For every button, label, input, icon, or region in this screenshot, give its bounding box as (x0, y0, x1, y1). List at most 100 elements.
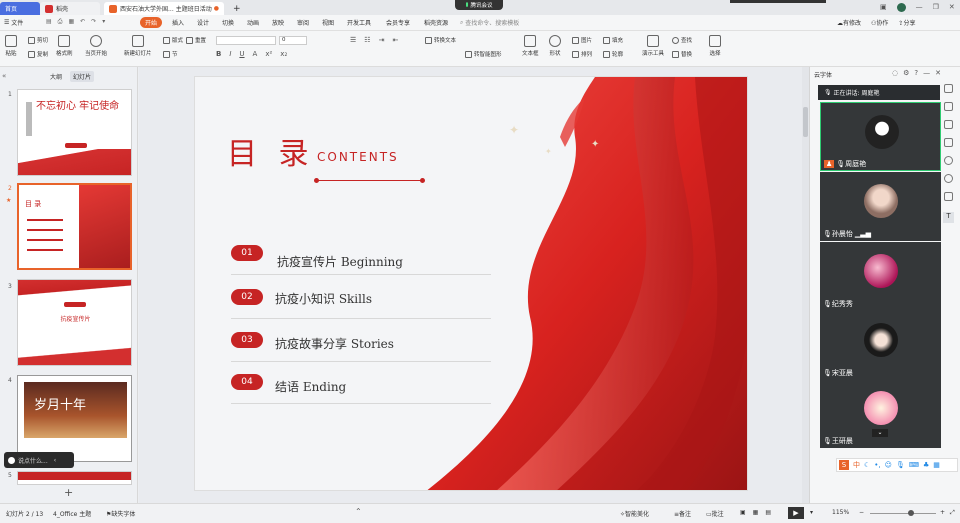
picture-button[interactable]: 图片 (572, 36, 592, 44)
new-slide-button[interactable]: 新建幻灯片 (124, 35, 152, 57)
participant-tile[interactable]: 🎙宋亚晨 (820, 311, 941, 380)
ime-mode-label[interactable]: 中 (853, 460, 860, 470)
chat-icon[interactable]: ◌ (892, 69, 898, 77)
user-avatar[interactable] (896, 3, 906, 12)
text-tool-icon[interactable]: T (943, 212, 954, 223)
tab-docer[interactable]: 稻壳 (40, 2, 100, 15)
bullets-icon[interactable]: ☰ (350, 36, 356, 44)
menu-item-devtools[interactable]: 开发工具 (347, 18, 371, 27)
zoom-slider[interactable] (870, 510, 936, 516)
toc-item-4[interactable]: 04 结语 Ending (231, 374, 491, 404)
paste-button[interactable]: 粘贴 (5, 35, 17, 57)
collapse-panel-icon[interactable]: « (2, 72, 6, 80)
notes-button[interactable]: ≡备注 (674, 509, 691, 518)
font-size-select[interactable]: 0 (279, 36, 307, 45)
participant-tile[interactable]: 🎙纪秀秀 (820, 242, 941, 311)
collapse-icon[interactable]: — (923, 69, 930, 77)
print-icon[interactable]: ⎙ (58, 18, 63, 26)
emoji-icon[interactable]: ☺ (885, 461, 892, 469)
layout-button[interactable]: 版式 (163, 36, 183, 44)
sogou-logo-icon[interactable]: S (839, 460, 849, 470)
meeting-badge[interactable]: ▮ 腾讯会议 (455, 0, 503, 10)
settings-icon[interactable]: ⚙ (903, 69, 909, 77)
scrollbar-thumb[interactable] (803, 107, 808, 137)
underline-icon[interactable]: U (239, 50, 244, 58)
italic-icon[interactable]: I (229, 50, 231, 58)
grid-icon[interactable]: ▦ (933, 461, 940, 469)
textbox-button[interactable]: 文本框 (522, 35, 539, 57)
menu-item-docer-resources[interactable]: 稻壳资源 (424, 18, 448, 27)
voice-icon[interactable]: 🎙 (896, 461, 905, 469)
zoom-level[interactable]: 115% (832, 509, 849, 516)
collaborate-button[interactable]: ⚇协作 (871, 18, 888, 27)
menu-item-transition[interactable]: 切换 (222, 18, 234, 27)
preview-icon[interactable]: ▦ (68, 18, 74, 26)
select-button[interactable]: 选择 (709, 35, 721, 57)
share-button[interactable]: ⇪分享 (898, 18, 915, 27)
play-slideshow-icon[interactable]: ▶ (788, 507, 804, 519)
toolbar-side-icon[interactable] (944, 84, 953, 93)
presentation-tools-button[interactable]: 演示工具 (642, 35, 664, 57)
tab-slides[interactable]: 幻灯片 (70, 71, 95, 82)
customize-icon[interactable]: ▾ (102, 18, 105, 26)
indent-icon[interactable]: ⇥ (379, 36, 385, 44)
menu-item-animation[interactable]: 动画 (247, 18, 259, 27)
copy-button[interactable]: 复制 (28, 50, 48, 58)
normal-view-icon[interactable]: ▣ (740, 509, 746, 516)
cut-button[interactable]: 剪切 (28, 36, 48, 44)
menu-item-member[interactable]: 会员专享 (386, 18, 410, 27)
slide-thumbnail-4[interactable]: 岁月十年 (17, 375, 132, 462)
tab-home[interactable]: 首页 (0, 2, 40, 15)
panel-toggle-icon[interactable]: ▣ (880, 3, 887, 12)
toolbar-side-icon[interactable] (944, 192, 953, 201)
toc-item-2[interactable]: 02 抗疫小知识 Skills (231, 289, 491, 319)
chevron-down-icon[interactable]: ⌄ (872, 429, 888, 437)
punct-icon[interactable]: •, (874, 461, 880, 469)
arrange-button[interactable]: 排列 (572, 50, 592, 58)
slide-thumbnail-1[interactable]: 不忘初心 牢记使命 (17, 89, 132, 176)
tab-outline[interactable]: 大纲 (50, 72, 62, 81)
zoom-out-icon[interactable]: − (859, 509, 864, 516)
menu-item-design[interactable]: 设计 (197, 18, 209, 27)
smart-beautify-button[interactable]: ✧智能美化 (620, 509, 649, 518)
zoom-in-icon[interactable]: + (940, 509, 945, 516)
moon-icon[interactable]: ☾ (864, 461, 870, 469)
chevron-left-icon[interactable]: ‹ (54, 457, 56, 464)
undo-icon[interactable]: ↶ (80, 18, 85, 26)
redo-icon[interactable]: ↷ (91, 18, 96, 26)
reset-button[interactable]: 重置 (186, 36, 206, 44)
fill-button[interactable]: 填充 (603, 36, 623, 44)
participant-tile[interactable]: ⌄ 🎙王研晨 (820, 379, 941, 448)
modified-button[interactable]: ☁有修改 (837, 18, 861, 27)
superscript-icon[interactable]: x² (265, 50, 272, 58)
outline-button[interactable]: 轮廓 (603, 50, 623, 58)
fit-window-icon[interactable]: ⤢ (950, 509, 955, 517)
zoom-slider-handle[interactable] (908, 510, 914, 516)
menu-item-insert[interactable]: 插入 (172, 18, 184, 27)
sorter-view-icon[interactable]: ▦ (753, 509, 759, 516)
menu-item-slideshow[interactable]: 放映 (272, 18, 284, 27)
maximize-icon[interactable]: ❐ (933, 3, 939, 12)
smart-art-button[interactable]: 转智能图形 (465, 50, 502, 58)
format-painter-button[interactable]: 格式刷 (56, 35, 73, 57)
numbering-icon[interactable]: ☷ (364, 36, 370, 44)
scroll-up-icon[interactable]: ⌃ (355, 507, 362, 516)
convert-text-button[interactable]: 转换文本 (425, 36, 456, 44)
font-name-select[interactable] (216, 36, 276, 45)
command-search[interactable]: ⌕ 查找命令、搜索模板 (460, 18, 519, 28)
participant-tile[interactable]: 🎙孙晨怡 ▁▃▅ (820, 172, 941, 241)
location-icon[interactable] (944, 174, 953, 183)
zoom-dropdown-icon[interactable]: ▾ (810, 509, 813, 516)
skin-icon[interactable]: ♣ (923, 461, 929, 469)
add-slide-button[interactable]: + (64, 486, 73, 499)
save-icon[interactable]: ▤ (46, 18, 52, 26)
comment-button[interactable]: ▭批注 (706, 509, 724, 518)
slide-thumbnail-5[interactable] (17, 471, 132, 485)
menu-item-review[interactable]: 审阅 (297, 18, 309, 27)
current-slide[interactable]: ✦ ✦ ✦ 目 录 CONTENTS 01 抗疫宣传片 Beginning 02… (194, 76, 748, 491)
find-button[interactable]: 查找 (672, 36, 692, 44)
file-menu[interactable]: ☰ 文件 (4, 18, 23, 27)
shape-button[interactable]: 形状 (549, 35, 561, 57)
new-tab-button[interactable]: + (228, 2, 242, 15)
close-icon[interactable]: ✕ (935, 69, 941, 77)
